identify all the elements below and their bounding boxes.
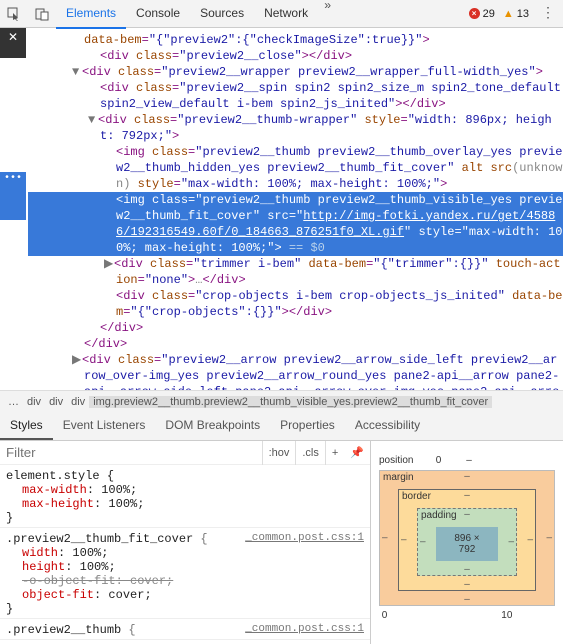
box-border[interactable]: border –––– padding –––– 896 × 792 <box>398 489 536 591</box>
tab-network[interactable]: Network <box>254 0 318 29</box>
error-icon: × <box>469 8 480 19</box>
error-count: 29 <box>483 8 495 20</box>
box-padding[interactable]: padding –––– 896 × 792 <box>417 508 517 576</box>
lower-pane: :hov .cls + 📌 element.style { max-width:… <box>0 441 563 644</box>
new-rule-button[interactable]: + <box>325 441 344 465</box>
styles-tabs: Styles Event Listeners DOM Breakpoints P… <box>0 412 563 441</box>
rule-thumb[interactable]: .preview2__thumb {_common.post.css:1 <box>0 619 370 640</box>
error-counter[interactable]: ×29 <box>465 8 499 20</box>
pin-icon[interactable]: 📌 <box>344 441 370 465</box>
rule-fit-cover[interactable]: .preview2__thumb_fit_cover {_common.post… <box>0 528 370 619</box>
settings-kebab-icon[interactable]: ⋮ <box>533 5 563 22</box>
dom-node-selected[interactable]: <img class="preview2__thumb preview2__th… <box>28 192 563 256</box>
crumb-overflow[interactable]: … <box>4 396 23 408</box>
dom-node[interactable]: <div class="preview2__spin spin2 spin2_s… <box>28 80 563 112</box>
tab-console[interactable]: Console <box>126 0 190 29</box>
panel-tabs: Elements Console Sources Network » <box>56 0 337 29</box>
styles-panel: :hov .cls + 📌 element.style { max-width:… <box>0 441 371 644</box>
crumb-div[interactable]: div <box>45 396 67 408</box>
hov-toggle[interactable]: :hov <box>262 441 296 465</box>
source-link[interactable]: _common.post.css:1 <box>245 623 364 637</box>
cls-toggle[interactable]: .cls <box>295 441 325 465</box>
dom-node[interactable]: <div class="crop-objects i-bem crop-obje… <box>28 288 563 320</box>
dom-close[interactable]: </div> <box>28 320 563 336</box>
box-margin[interactable]: margin –––– border –––– padding –––– 896… <box>379 470 555 606</box>
crumb-current[interactable]: img.preview2__thumb.preview2__thumb_visi… <box>89 396 492 408</box>
source-link[interactable]: _common.post.css:1 <box>245 532 364 546</box>
more-tabs-chevron-icon[interactable]: » <box>318 0 337 29</box>
expand-triangle-icon[interactable]: ▼ <box>88 112 98 128</box>
subtab-event-listeners[interactable]: Event Listeners <box>53 412 156 440</box>
selection-marker: ••• <box>0 172 26 220</box>
warning-icon: ▲ <box>503 8 514 20</box>
expand-triangle-icon[interactable]: ▼ <box>72 64 82 80</box>
rule-element-style[interactable]: element.style { max-width: 100%; max-hei… <box>0 465 370 528</box>
warning-counter[interactable]: ▲13 <box>499 8 533 20</box>
subtab-styles[interactable]: Styles <box>0 412 53 440</box>
subtab-dom-breakpoints[interactable]: DOM Breakpoints <box>155 412 270 440</box>
device-toggle-icon[interactable] <box>28 0 56 28</box>
dom-node[interactable]: <img class="preview2__thumb preview2__th… <box>28 144 563 192</box>
dom-tree[interactable]: data-bem="{"preview2":{"checkImageSize":… <box>0 28 563 390</box>
dom-attr[interactable]: data-bem="{"preview2":{"checkImageSize":… <box>28 32 563 48</box>
warning-count: 13 <box>517 8 529 20</box>
box-content[interactable]: 896 × 792 <box>436 527 498 561</box>
filter-bar: :hov .cls + 📌 <box>0 441 370 465</box>
dom-node[interactable]: ▼<div class="preview2__wrapper preview2_… <box>28 64 563 80</box>
tab-sources[interactable]: Sources <box>190 0 254 29</box>
subtab-properties[interactable]: Properties <box>270 412 345 440</box>
subtab-accessibility[interactable]: Accessibility <box>345 412 430 440</box>
crumb-div[interactable]: div <box>67 396 89 408</box>
collapse-triangle-icon[interactable]: ▶ <box>72 352 82 368</box>
devtools-toolbar: Elements Console Sources Network » ×29 ▲… <box>0 0 563 28</box>
box-model: position 0 – margin –––– border –––– pad… <box>371 441 563 644</box>
dom-node[interactable]: <div class="preview2__close"></div> <box>28 48 563 64</box>
breadcrumb[interactable]: … div div div img.preview2__thumb.previe… <box>0 390 563 412</box>
tab-elements[interactable]: Elements <box>56 0 126 29</box>
dom-node[interactable]: ▶<div class="trimmer i-bem" data-bem="{"… <box>28 256 563 288</box>
crumb-div[interactable]: div <box>23 396 45 408</box>
dom-node[interactable]: ▼<div class="preview2__thumb-wrapper" st… <box>28 112 563 144</box>
dom-node[interactable]: ▶<div class="preview2__arrow preview2__a… <box>28 352 563 390</box>
filter-input[interactable] <box>0 441 262 464</box>
inspect-icon[interactable] <box>0 0 28 28</box>
dom-close[interactable]: </div> <box>28 336 563 352</box>
collapse-triangle-icon[interactable]: ▶ <box>104 256 114 272</box>
